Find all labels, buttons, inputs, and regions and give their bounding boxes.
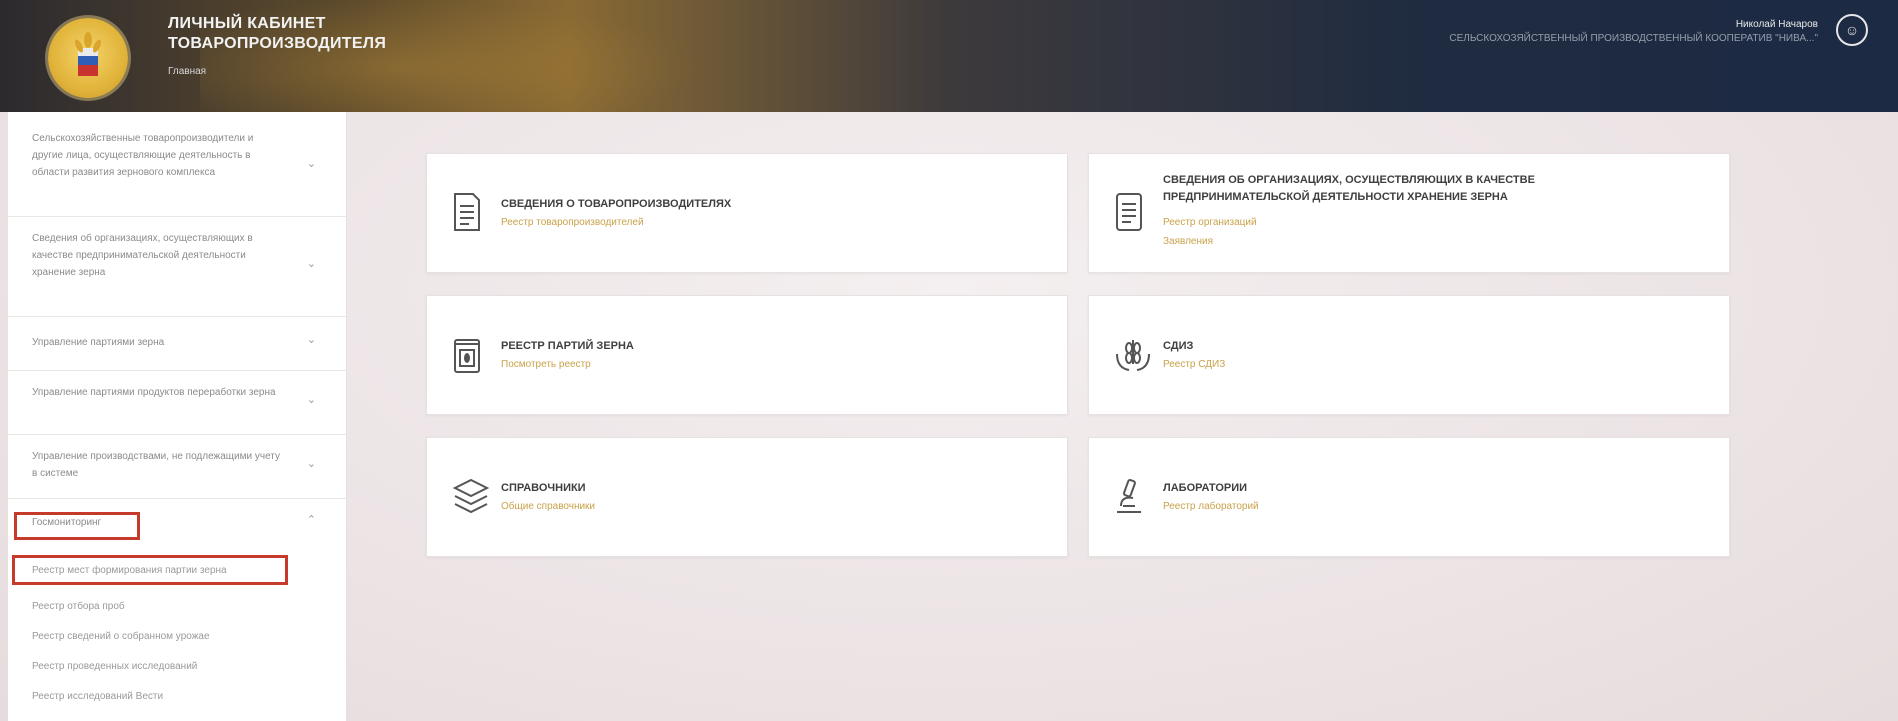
app-title-line1: ЛИЧНЫЙ КАБИНЕТ — [168, 15, 326, 32]
highlight-box — [14, 512, 140, 540]
card-title: СВЕДЕНИЯ О ТОВАРОПРОИЗВОДИТЕЛЯХ — [501, 198, 732, 210]
top-header: ЛИЧНЫЙ КАБИНЕТ ТОВАРОПРОИЗВОДИТЕЛЯ Главн… — [0, 0, 1898, 112]
card-title: СПРАВОЧНИКИ — [501, 482, 586, 494]
card-link[interactable]: Заявления — [1163, 236, 1213, 247]
chevron-down-icon: ⌄ — [306, 394, 316, 406]
chevron-down-icon: ⌄ — [306, 334, 316, 346]
sidebar-item-label: Сведения об организациях, осуществляющих… — [32, 233, 253, 278]
sidebar-item-storage-orgs[interactable]: Сведения об организациях, осуществляющих… — [8, 216, 346, 317]
user-circle-icon[interactable]: ☺ — [1836, 14, 1868, 46]
hands-grain-icon — [1116, 340, 1150, 371]
sublink-vesti[interactable]: Реестр исследований Вести — [32, 691, 163, 702]
document-icon — [454, 193, 480, 231]
card-link[interactable]: Реестр товаропроизводителей — [501, 217, 644, 228]
chevron-down-icon: ⌄ — [306, 158, 316, 170]
chevron-down-icon: ⌄ — [306, 458, 316, 470]
card-title: ЛАБОРАТОРИИ — [1163, 482, 1248, 494]
card-laboratories[interactable]: ЛАБОРАТОРИИ Реестр лабораторий — [1088, 437, 1730, 557]
card-sdiz[interactable]: СДИЗ Реестр СДИЗ — [1088, 295, 1730, 415]
card-link[interactable]: Общие справочники — [501, 501, 595, 512]
card-title: СДИЗ — [1163, 340, 1194, 352]
sublink-research[interactable]: Реестр проведенных исследований — [32, 661, 197, 672]
app-title-line2: ТОВАРОПРОИЗВОДИТЕЛЯ — [168, 35, 387, 52]
card-title: СВЕДЕНИЯ ОБ ОРГАНИЗАЦИЯХ, ОСУЩЕСТВЛЯЮЩИХ… — [1163, 172, 1535, 206]
sidebar-item-label: Управление партиями зерна — [32, 337, 165, 348]
sublink-sampling[interactable]: Реестр отбора проб — [32, 601, 125, 612]
card-grain-lots[interactable]: РЕЕСТР ПАРТИЙ ЗЕРНА Посмотреть реестр — [426, 295, 1068, 415]
sidebar-item-grain-lots[interactable]: Управление партиями зерна ⌄ — [8, 316, 346, 371]
breadcrumb-home[interactable]: Главная — [168, 66, 206, 77]
highlight-box — [12, 555, 288, 585]
sidebar-item-label: Сельскохозяйственные товаропроизводители… — [32, 133, 254, 178]
card-title: РЕЕСТР ПАРТИЙ ЗЕРНА — [501, 340, 634, 352]
layers-icon — [452, 478, 490, 514]
card-producers[interactable]: СВЕДЕНИЯ О ТОВАРОПРОИЗВОДИТЕЛЯХ Реестр т… — [426, 153, 1068, 273]
card-link[interactable]: Реестр организаций — [1163, 217, 1257, 228]
card-title-line1: СВЕДЕНИЯ ОБ ОРГАНИЗАЦИЯХ, ОСУЩЕСТВЛЯЮЩИХ… — [1163, 174, 1535, 186]
sidebar-item-producers[interactable]: Сельскохозяйственные товаропроизводители… — [8, 112, 346, 217]
chevron-down-icon: ⌄ — [306, 258, 316, 270]
document-list-icon — [1116, 193, 1142, 231]
sidebar-item-processed-lots[interactable]: Управление партиями продуктов переработк… — [8, 370, 346, 435]
sidebar: Сельскохозяйственные товаропроизводители… — [8, 112, 347, 721]
user-info[interactable]: Николай Начаров СЕЛЬСКОХОЗЯЙСТВЕННЫЙ ПРО… — [1449, 18, 1818, 46]
card-storage-orgs[interactable]: СВЕДЕНИЯ ОБ ОРГАНИЗАЦИЯХ, ОСУЩЕСТВЛЯЮЩИХ… — [1088, 153, 1730, 273]
sublink-harvest[interactable]: Реестр сведений о собранном урожае — [32, 631, 210, 642]
app-title: ЛИЧНЫЙ КАБИНЕТ ТОВАРОПРОИЗВОДИТЕЛЯ — [168, 14, 386, 54]
card-link[interactable]: Реестр СДИЗ — [1163, 359, 1225, 370]
logo[interactable] — [48, 18, 128, 98]
microscope-icon — [1117, 479, 1141, 513]
sidebar-item-label: Управление партиями продуктов переработк… — [32, 387, 276, 398]
grain-bag-icon — [454, 339, 480, 373]
organization-name: СЕЛЬСКОХОЗЯЙСТВЕННЫЙ ПРОИЗВОДСТВЕННЫЙ КО… — [1449, 33, 1818, 44]
card-reference-books[interactable]: СПРАВОЧНИКИ Общие справочники — [426, 437, 1068, 557]
sidebar-item-productions[interactable]: Управление производствами, не подлежащим… — [8, 434, 346, 499]
chevron-up-icon: ⌃ — [306, 514, 316, 526]
card-link[interactable]: Реестр лабораторий — [1163, 501, 1259, 512]
sidebar-item-label: Управление производствами, не подлежащим… — [32, 451, 280, 479]
user-name: Николай Начаров — [1735, 19, 1818, 30]
card-link[interactable]: Посмотреть реестр — [501, 359, 591, 370]
wheat-logo-icon — [74, 32, 102, 76]
card-title-line2: ПРЕДПРИНИМАТЕЛЬСКОЙ ДЕЯТЕЛЬНОСТИ ХРАНЕНИ… — [1163, 191, 1508, 203]
